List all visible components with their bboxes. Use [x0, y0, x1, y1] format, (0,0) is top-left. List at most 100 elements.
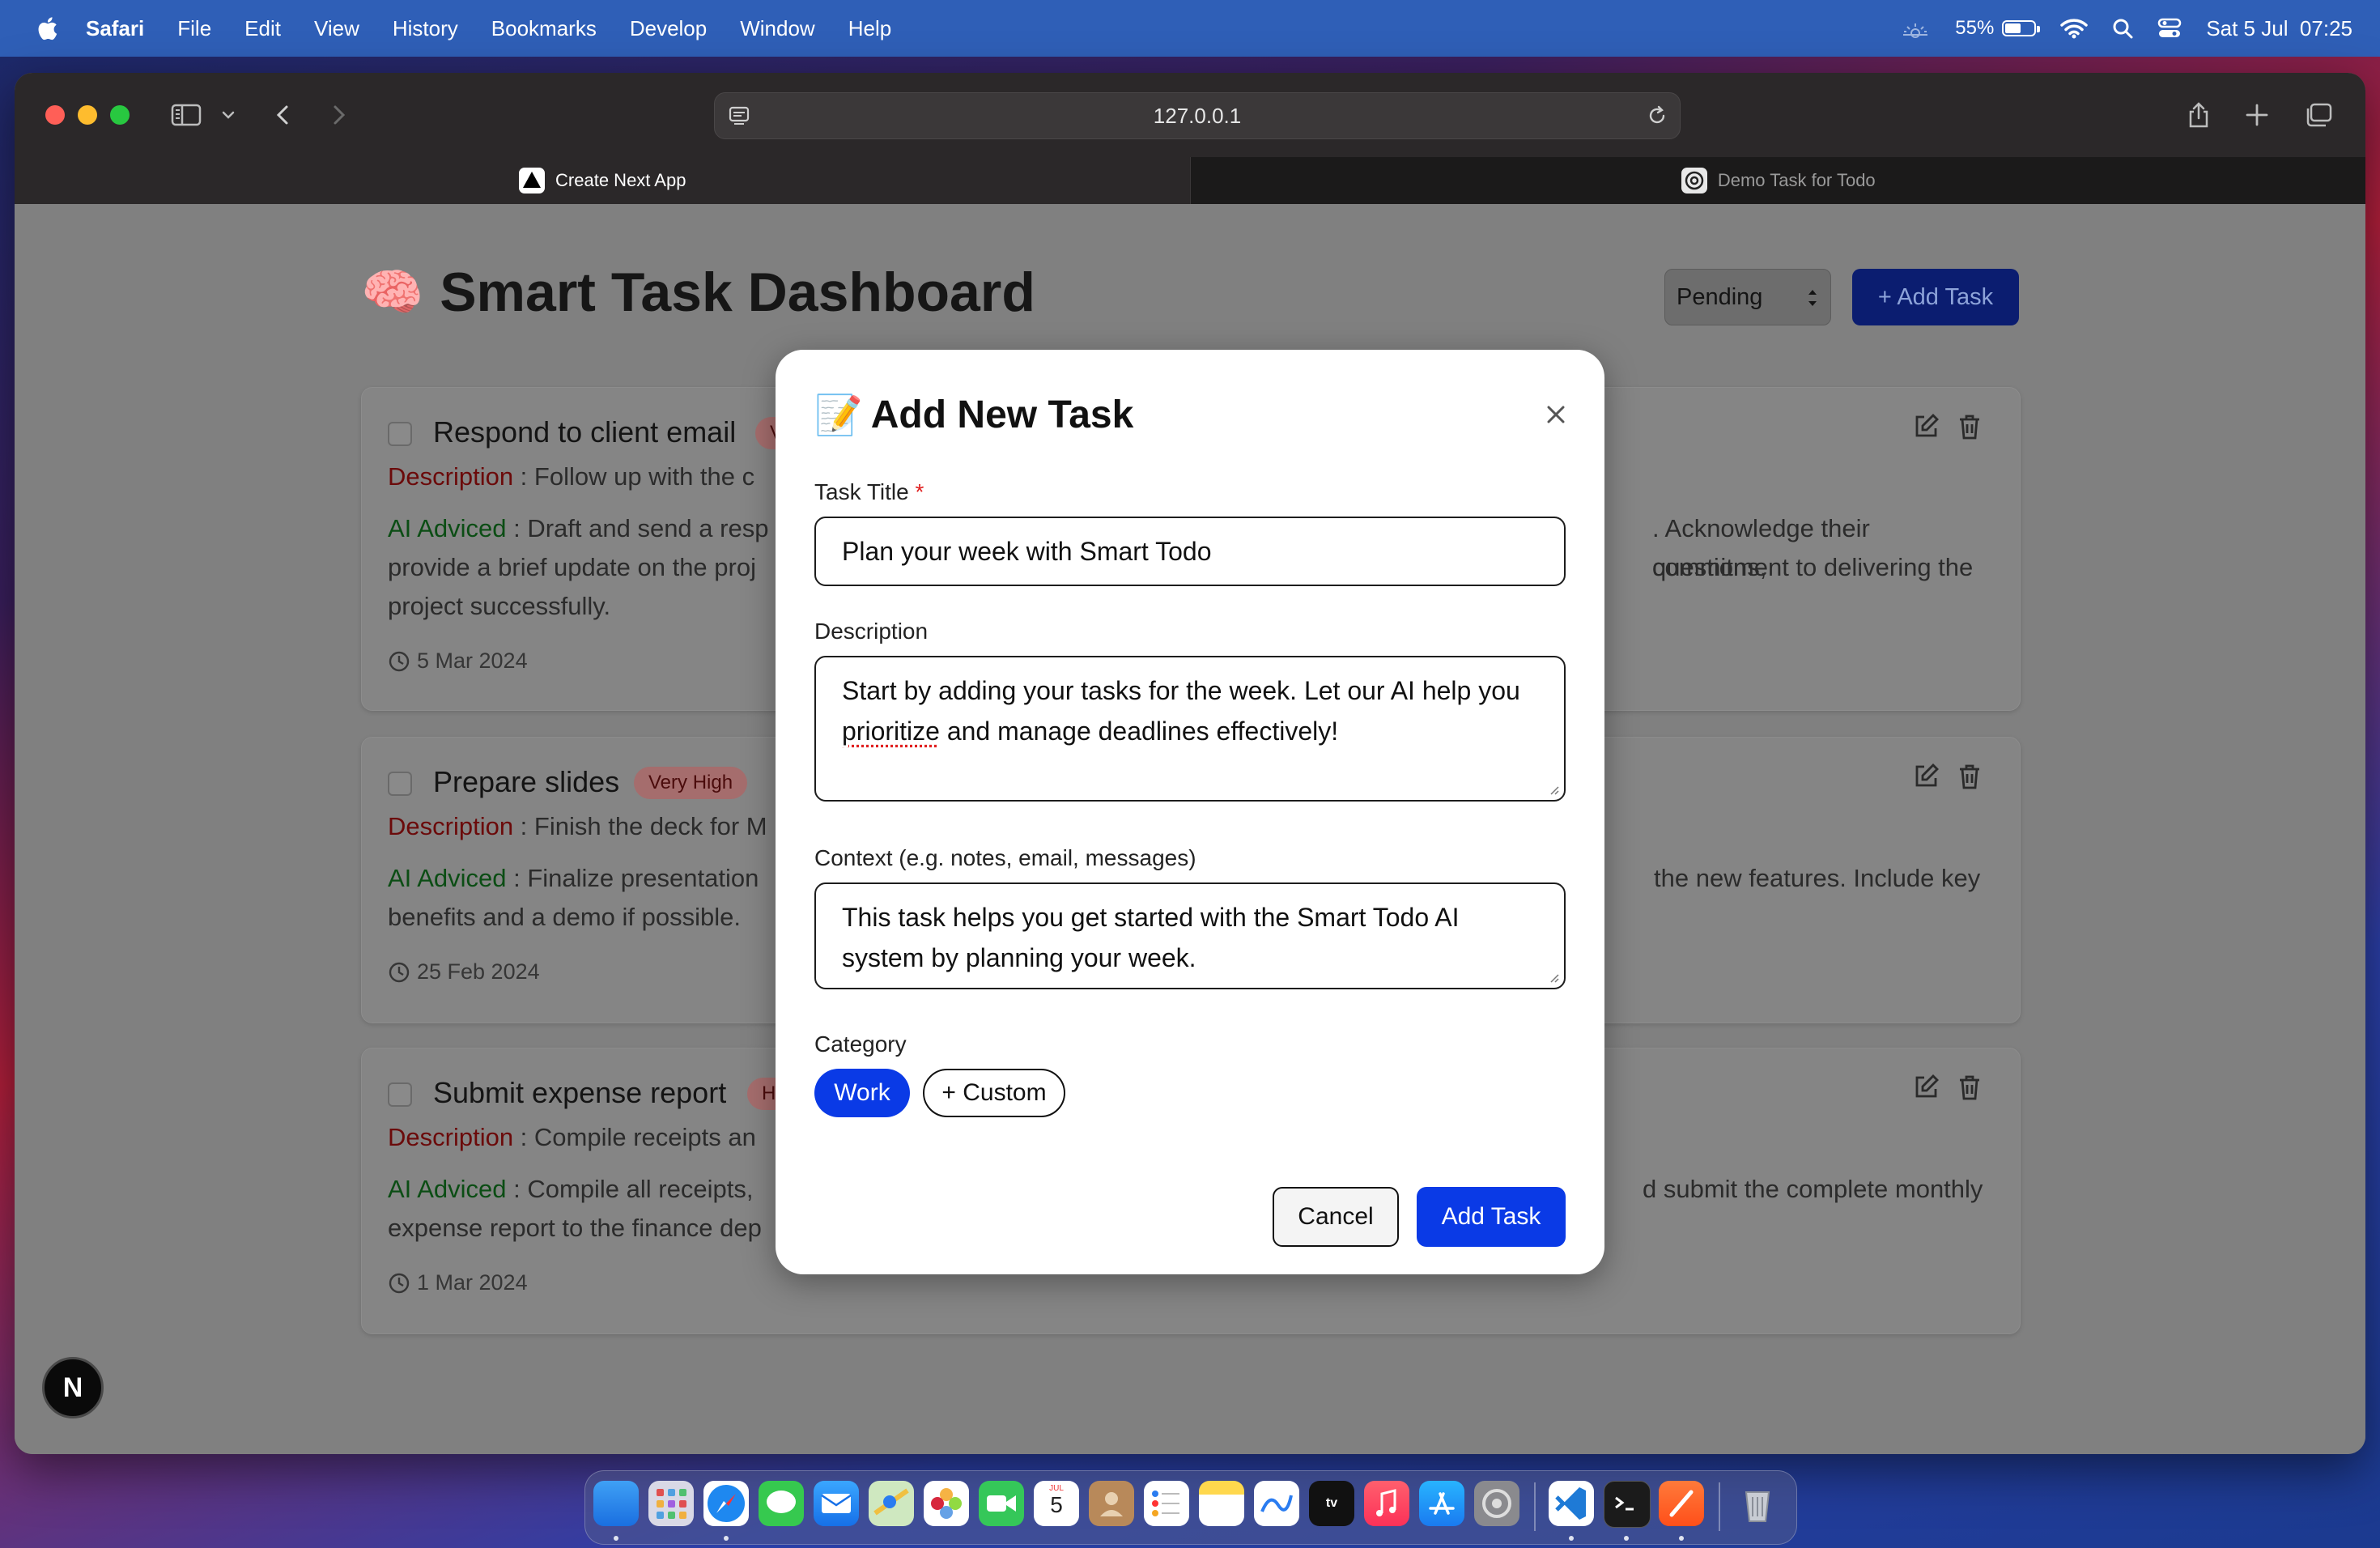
photos-icon[interactable]	[924, 1481, 969, 1526]
menu-edit[interactable]: Edit	[244, 16, 281, 41]
terminal-icon[interactable]	[1604, 1481, 1651, 1528]
category-chip-custom[interactable]: + Custom	[923, 1069, 1065, 1117]
trash-icon[interactable]	[1735, 1481, 1780, 1526]
task-complete-checkbox[interactable]	[388, 772, 412, 796]
clock-icon	[389, 962, 410, 982]
tab-demo-task[interactable]: Demo Task for Todo	[1189, 157, 2365, 204]
new-tab-icon[interactable]	[2244, 100, 2270, 130]
ai-advice-text: provide a brief update on the proj	[388, 553, 756, 581]
ai-advice-text: benefits and a demo if possible.	[388, 903, 741, 931]
nextjs-dev-tools-button[interactable]: N	[42, 1357, 104, 1418]
contacts-icon[interactable]	[1089, 1481, 1134, 1526]
brain-icon: 🧠	[361, 264, 424, 321]
sublime-icon[interactable]	[1659, 1481, 1704, 1526]
spotlight-search-icon[interactable]	[2112, 18, 2133, 39]
menu-app-name[interactable]: Safari	[86, 16, 144, 41]
ai-advice-label: AI Adviced	[388, 1175, 507, 1203]
wifi-icon[interactable]	[2060, 18, 2089, 39]
finder-icon[interactable]	[593, 1481, 639, 1526]
context-label: Context (e.g. notes, email, messages)	[814, 845, 1196, 870]
tv-icon[interactable]: tv	[1309, 1481, 1354, 1526]
task-title: Prepare slides	[433, 765, 620, 798]
edit-icon[interactable]	[1911, 412, 1940, 441]
battery-icon[interactable]	[2002, 20, 2041, 36]
facetime-icon[interactable]	[979, 1481, 1024, 1526]
description-text: : Follow up with the c	[513, 462, 755, 491]
forward-icon[interactable]	[327, 100, 351, 130]
cancel-button[interactable]: Cancel	[1273, 1187, 1399, 1247]
close-window-button[interactable]	[45, 105, 65, 125]
system-settings-icon[interactable]	[1474, 1481, 1519, 1526]
menu-develop[interactable]: Develop	[630, 16, 707, 41]
task-title-label: Task Title *	[814, 479, 924, 504]
add-task-button[interactable]: + Add Task	[1852, 269, 2019, 325]
ai-advice-text-right: commitment to delivering the	[1652, 553, 1974, 581]
status-filter-select[interactable]: Pending	[1664, 269, 1831, 325]
menu-window[interactable]: Window	[740, 16, 814, 41]
reminders-icon[interactable]	[1144, 1481, 1189, 1526]
menu-file[interactable]: File	[177, 16, 211, 41]
task-complete-checkbox[interactable]	[388, 1082, 412, 1107]
task-title: Respond to client email	[433, 415, 737, 449]
address-bar[interactable]: 127.0.0.1	[714, 92, 1681, 139]
submit-add-task-button[interactable]: Add Task	[1417, 1187, 1566, 1247]
category-chip-work[interactable]: Work	[814, 1069, 910, 1117]
maps-icon[interactable]	[869, 1481, 914, 1526]
url-text[interactable]: 127.0.0.1	[1154, 104, 1241, 129]
ai-advice-text: expense report to the finance dep	[388, 1214, 762, 1242]
menu-history[interactable]: History	[393, 16, 458, 41]
control-center-icon[interactable]	[2157, 18, 2182, 39]
memo-icon: 📝	[814, 394, 863, 437]
calendar-icon[interactable]: JUL 5	[1034, 1481, 1079, 1526]
resize-grip-icon[interactable]	[1548, 972, 1559, 983]
share-icon[interactable]	[2186, 100, 2212, 130]
tab-overview-icon[interactable]	[2302, 100, 2333, 130]
music-icon[interactable]	[1364, 1481, 1409, 1526]
page-settings-icon[interactable]	[728, 104, 750, 127]
task-title-input[interactable]: Plan your week with Smart Todo	[814, 517, 1566, 586]
delete-icon[interactable]	[1955, 1073, 1984, 1102]
task-due-date: 25 Feb 2024	[388, 959, 540, 985]
dock: JUL 5 tv	[584, 1470, 1797, 1545]
back-icon[interactable]	[270, 100, 295, 130]
description-text: : Compile receipts an	[513, 1123, 756, 1151]
tab-bar: Create Next App Demo Task for Todo	[15, 157, 2365, 204]
edit-icon[interactable]	[1911, 1073, 1940, 1102]
display-brightness-icon[interactable]	[1900, 19, 1931, 38]
menu-clock[interactable]: Sat 5 Jul 07:25	[2206, 16, 2352, 41]
context-textarea[interactable]: This task helps you get started with the…	[814, 882, 1566, 989]
close-icon[interactable]	[1543, 402, 1569, 427]
tab-label: Create Next App	[555, 170, 686, 190]
description-textarea[interactable]: Start by adding your tasks for the week.…	[814, 656, 1566, 802]
notes-icon[interactable]	[1199, 1481, 1244, 1526]
freeform-icon[interactable]	[1254, 1481, 1299, 1526]
safari-icon[interactable]	[703, 1481, 749, 1526]
menu-view[interactable]: View	[314, 16, 359, 41]
reload-icon[interactable]	[1646, 104, 1668, 127]
resize-grip-icon[interactable]	[1548, 784, 1559, 795]
battery-percent: 55%	[1955, 17, 1995, 39]
task-complete-checkbox[interactable]	[388, 422, 412, 446]
minimize-window-button[interactable]	[78, 105, 97, 125]
delete-icon[interactable]	[1955, 762, 1984, 791]
vscode-icon[interactable]	[1549, 1481, 1594, 1526]
tab-label: Demo Task for Todo	[1717, 170, 1876, 190]
tab-create-next-app[interactable]: Create Next App	[15, 157, 1190, 204]
task-title: Submit expense report	[433, 1076, 727, 1109]
browser-toolbar: 127.0.0.1	[15, 73, 2365, 157]
task-actions	[1897, 1073, 1984, 1102]
modal-title: 📝 Add New Task	[814, 392, 1133, 438]
chevron-down-icon[interactable]	[219, 100, 238, 130]
menu-bookmarks[interactable]: Bookmarks	[491, 16, 597, 41]
app-store-icon[interactable]	[1419, 1481, 1464, 1526]
apple-icon[interactable]	[34, 15, 58, 42]
edit-icon[interactable]	[1911, 762, 1940, 791]
sidebar-toggle-icon[interactable]	[170, 100, 202, 130]
mail-icon[interactable]	[814, 1481, 859, 1526]
launchpad-icon[interactable]	[648, 1481, 694, 1526]
maximize-window-button[interactable]	[110, 105, 130, 125]
menu-help[interactable]: Help	[848, 16, 891, 41]
ai-advice-text: : Compile all receipts,	[506, 1175, 754, 1203]
delete-icon[interactable]	[1955, 412, 1984, 441]
messages-icon[interactable]	[759, 1481, 804, 1526]
